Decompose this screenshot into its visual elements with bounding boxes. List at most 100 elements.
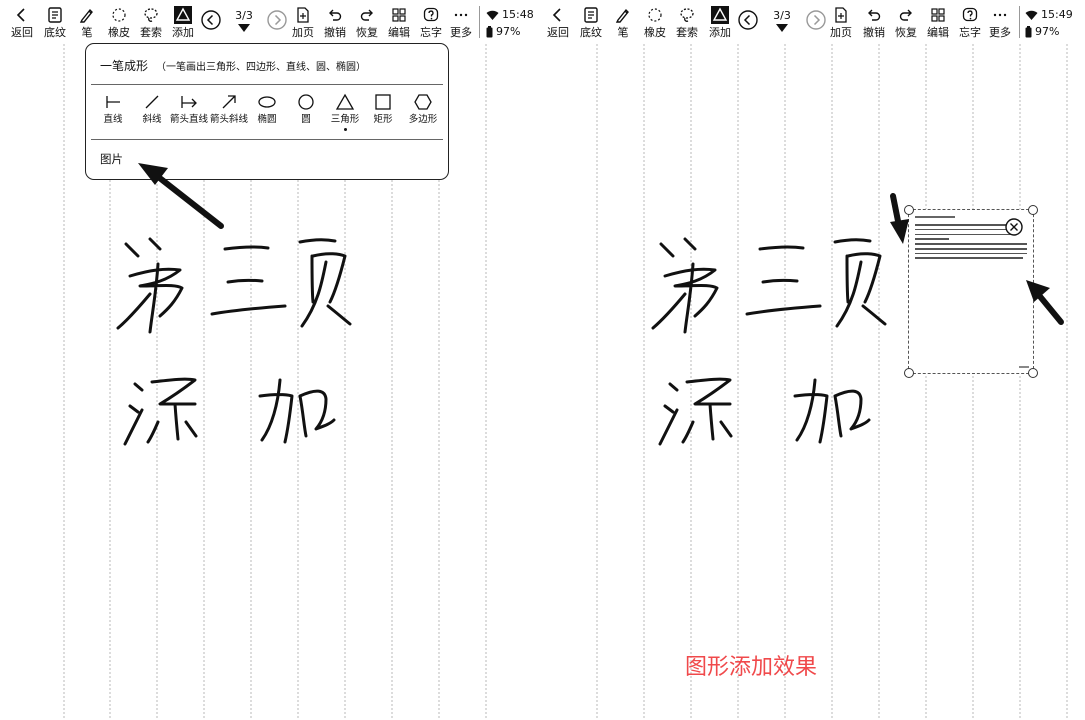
resize-handle-top-right[interactable] <box>1028 205 1038 215</box>
background-pattern-icon <box>584 7 598 23</box>
pen-icon <box>79 8 93 23</box>
chevron-left-icon <box>552 8 561 22</box>
status-time: 15:49 <box>1041 8 1073 21</box>
shape-arrow-diagonal[interactable]: 箭头斜线 <box>209 93 249 126</box>
eraser-icon <box>648 8 662 22</box>
lasso-button[interactable]: 套索 <box>670 6 704 39</box>
toolbar-separator <box>1019 6 1020 38</box>
undo-button[interactable]: 撤销 <box>318 6 352 39</box>
question-badge-icon <box>423 7 439 22</box>
image-text-heading <box>915 216 955 218</box>
popup-title: 一笔成形 （一笔画出三角形、四边形、直线、圆、椭圆） <box>100 59 367 73</box>
more-dots-icon <box>454 13 468 17</box>
status-area: 15:48 97% <box>486 8 537 39</box>
redo-button[interactable]: 恢复 <box>350 6 384 39</box>
background-button[interactable]: 底纹 <box>574 6 608 39</box>
caption: 图形添加效果 <box>685 655 818 680</box>
popup-hint: （一笔画出三角形、四边形、直线、圆、椭圆） <box>156 62 367 73</box>
wifi-icon <box>486 10 499 20</box>
shape-line[interactable]: 直线 <box>93 93 133 126</box>
more-button[interactable]: 更多 <box>444 6 478 39</box>
resize-handle-top-left[interactable] <box>904 205 914 215</box>
slash-line-icon <box>145 95 159 109</box>
redo-button[interactable]: 恢复 <box>889 6 923 39</box>
image-doc-heading <box>915 215 955 221</box>
shape-slash[interactable]: 斜线 <box>132 93 172 126</box>
hexagon-icon <box>414 94 432 110</box>
add-shape-active-icon <box>174 6 192 24</box>
eraser-button[interactable]: 橡皮 <box>102 6 136 39</box>
selected-indicator <box>343 128 347 131</box>
battery-percent: 97% <box>496 25 521 38</box>
shape-circle[interactable]: 圆 <box>286 93 326 126</box>
more-dots-icon <box>993 13 1007 17</box>
battery-icon <box>486 26 493 38</box>
question-badge-icon <box>962 7 978 22</box>
shape-polygon[interactable]: 多边形 <box>403 93 443 126</box>
dropdown-triangle-icon <box>776 24 788 32</box>
battery-icon <box>1025 26 1032 38</box>
back-button[interactable]: 返回 <box>541 6 575 39</box>
prev-page-button[interactable] <box>201 10 221 30</box>
page-number: 3/3 <box>235 9 253 22</box>
ocr-button[interactable]: 忘字 <box>953 6 987 39</box>
right-screen: 返回 底纹 笔 橡皮 套索 添加 3/3 加页 撤销 恢复 编辑 忘字 更多 1… <box>541 0 1085 720</box>
add-button[interactable]: 添加 <box>166 6 200 39</box>
image-doc-pagenum <box>1019 365 1029 370</box>
popup-divider <box>91 139 443 140</box>
popup-divider <box>91 84 443 85</box>
inserted-image[interactable] <box>904 205 1038 378</box>
chevron-left-icon <box>16 8 25 22</box>
circle-icon <box>298 94 314 110</box>
prev-page-button[interactable] <box>738 10 758 30</box>
insert-image-option[interactable]: 图片 <box>100 152 123 166</box>
background-pattern-icon <box>48 7 62 23</box>
page-indicator[interactable]: 3/3 <box>226 9 262 32</box>
more-button[interactable]: 更多 <box>983 6 1017 39</box>
back-button[interactable]: 返回 <box>5 6 39 39</box>
pen-button[interactable]: 笔 <box>70 6 104 39</box>
resize-handle-bottom-left[interactable] <box>904 368 914 378</box>
edit-button[interactable]: 编辑 <box>921 6 955 39</box>
top-toolbar: 返回 底纹 笔 橡皮 套索 添加 3/3 加页 撤销 恢复 编辑 忘字 更多 1… <box>0 0 537 44</box>
edit-button[interactable]: 编辑 <box>382 6 416 39</box>
eraser-button[interactable]: 橡皮 <box>638 6 672 39</box>
lasso-button[interactable]: 套索 <box>134 6 168 39</box>
status-area: 15:49 97% <box>1025 8 1079 39</box>
left-screen: 返回 底纹 笔 橡皮 套索 添加 3/3 加页 撤销 恢复 编辑 忘字 更多 1… <box>0 0 537 720</box>
ellipse-icon <box>258 96 276 108</box>
page-number: 3/3 <box>773 9 791 22</box>
lasso-icon <box>144 8 158 22</box>
shape-popup: 一笔成形 （一笔画出三角形、四边形、直线、圆、椭圆） 直线 斜线 箭头直线 箭头斜… <box>85 43 449 180</box>
background-button[interactable]: 底纹 <box>38 6 72 39</box>
resize-handle-bottom-right[interactable] <box>1028 368 1038 378</box>
shape-ellipse[interactable]: 椭圆 <box>247 93 287 126</box>
canvas-page[interactable] <box>541 44 1085 720</box>
delete-image-button[interactable] <box>1005 218 1023 236</box>
arrow-diagonal-icon <box>222 95 236 109</box>
add-button[interactable]: 添加 <box>703 6 737 39</box>
add-page-icon <box>835 7 847 23</box>
ocr-button[interactable]: 忘字 <box>414 6 448 39</box>
battery-percent: 97% <box>1035 25 1060 38</box>
eraser-icon <box>112 8 126 22</box>
shape-arrow-straight[interactable]: 箭头直线 <box>169 93 209 126</box>
pen-button[interactable]: 笔 <box>606 6 640 39</box>
toolbar-separator <box>479 6 480 38</box>
undo-icon <box>329 9 342 21</box>
shape-rectangle[interactable]: 矩形 <box>363 93 403 126</box>
add-page-button[interactable]: 加页 <box>824 6 858 39</box>
vertical-bar-line-icon <box>106 96 120 108</box>
next-page-button[interactable] <box>267 10 287 30</box>
lasso-icon <box>680 8 694 22</box>
add-shape-active-icon <box>711 6 729 24</box>
undo-icon <box>868 9 881 21</box>
shape-triangle[interactable]: 三角形 <box>325 93 365 131</box>
next-page-button[interactable] <box>806 10 826 30</box>
page-indicator[interactable]: 3/3 <box>764 9 800 32</box>
add-page-button[interactable]: 加页 <box>286 6 320 39</box>
dropdown-triangle-icon <box>238 24 250 32</box>
undo-button[interactable]: 撤销 <box>857 6 891 39</box>
triangle-icon <box>335 93 355 110</box>
arrow-straight-icon <box>181 96 197 108</box>
